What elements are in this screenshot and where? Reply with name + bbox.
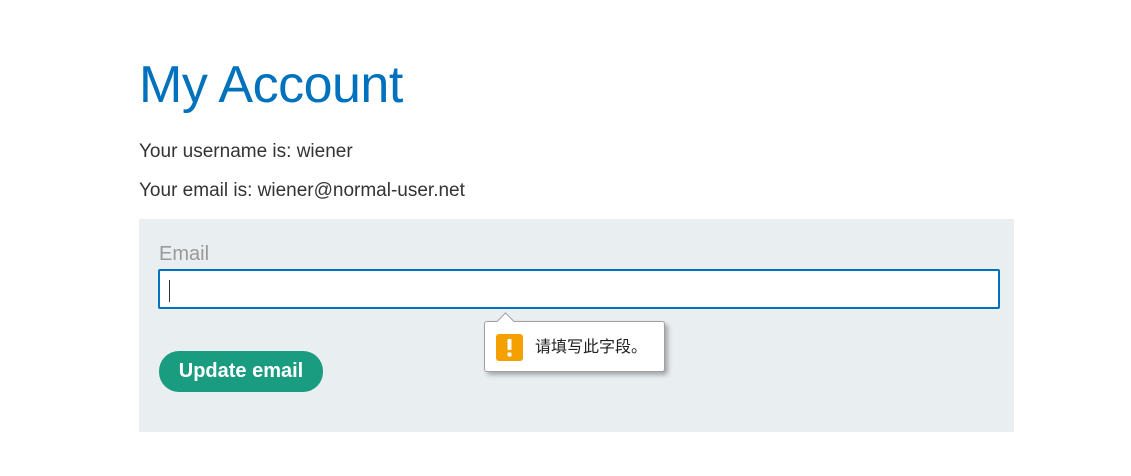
username-text: Your username is: wiener (139, 141, 353, 162)
validation-tooltip: 请填写此字段。 (484, 312, 665, 372)
current-email-text: Your email is: wiener@normal-user.net (139, 180, 465, 201)
account-page: My Account Your username is: wiener Your… (0, 0, 1131, 476)
text-caret (169, 280, 170, 302)
email-input[interactable] (158, 269, 1000, 309)
email-label: Email (159, 243, 210, 265)
validation-message: 请填写此字段。 (535, 337, 648, 356)
page-title: My Account (139, 56, 403, 114)
update-email-button[interactable]: Update email (159, 351, 323, 392)
warning-icon (496, 334, 523, 361)
